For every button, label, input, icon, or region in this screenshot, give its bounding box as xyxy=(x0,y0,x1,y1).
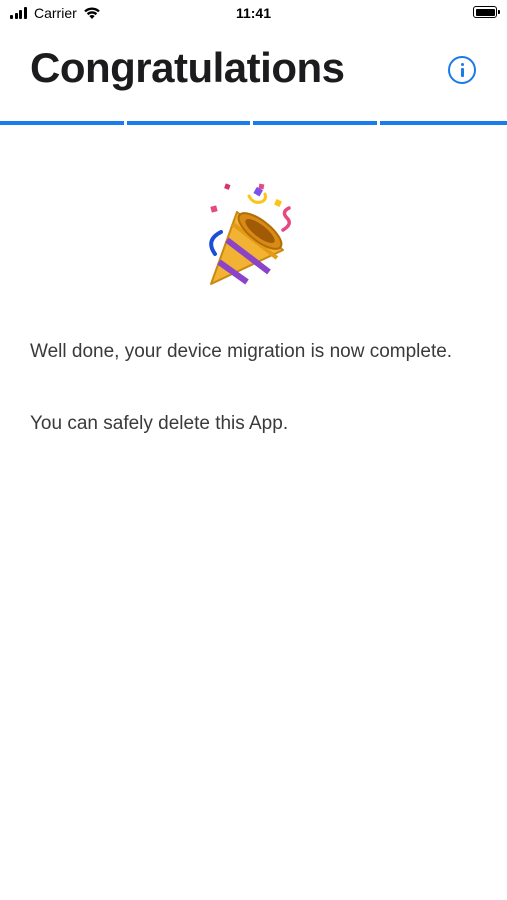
delete-app-instruction: You can safely delete this App. xyxy=(30,413,289,434)
page-title: Congratulations xyxy=(30,44,345,91)
battery-icon xyxy=(473,6,500,18)
completion-message: Well done, your device migration is now … xyxy=(30,341,453,362)
progress-segment xyxy=(253,121,377,125)
info-icon[interactable] xyxy=(448,56,476,84)
status-bar: Carrier 11:41 xyxy=(0,0,507,28)
party-popper-icon xyxy=(209,183,291,285)
progress-segment xyxy=(126,121,250,125)
step-progress-bar xyxy=(0,121,507,125)
progress-segment xyxy=(0,121,124,125)
status-time: 11:41 xyxy=(235,5,272,21)
progress-segment xyxy=(379,121,507,125)
